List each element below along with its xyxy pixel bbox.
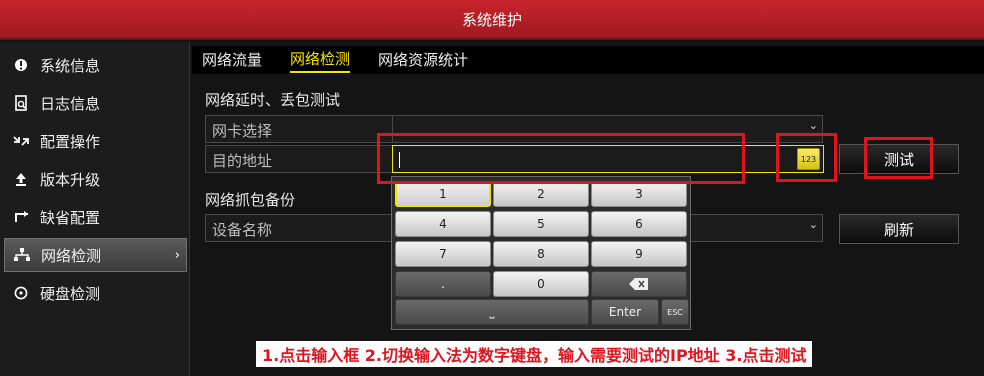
key-6[interactable]: 6 [591,211,687,237]
tab-bar: 网络流量 网络检测 网络资源统计 [192,46,984,74]
config-icon [12,132,30,150]
sidebar-item-default-config[interactable]: 缺省配置 [4,200,187,234]
capture-section-title: 网络抓包备份 [205,191,296,209]
key-4[interactable]: 4 [395,211,491,237]
refresh-button[interactable]: 刷新 [839,214,959,244]
tab-network-check[interactable]: 网络检测 [290,48,351,73]
default-config-icon [12,208,30,226]
sidebar-item-network-check[interactable]: 网络检测 › [4,238,187,272]
chevron-down-icon: ⌄ [808,218,818,231]
chevron-right-icon: › [174,247,180,263]
numeric-keypad: 1 2 3 4 5 6 7 8 9 . 0 ⎵ Enter ESC [391,176,691,330]
dest-address-label: 目的地址 [212,152,273,170]
sidebar-item-label: 配置操作 [40,132,101,151]
nic-select-label: 网卡选择 [212,122,273,140]
tab-network-traffic[interactable]: 网络流量 [202,49,262,72]
key-9[interactable]: 9 [591,241,687,267]
sidebar-item-label: 版本升级 [40,170,101,189]
backspace-key[interactable] [591,271,687,297]
highlight-test-button [864,137,933,179]
sidebar-item-label: 网络检测 [41,246,102,265]
chevron-down-icon: ⌄ [808,119,818,132]
sidebar-item-system-info[interactable]: 系统信息 [4,48,187,82]
sidebar-item-label: 日志信息 [40,94,101,113]
sidebar-item-upgrade[interactable]: 版本升级 [4,162,187,196]
sidebar-item-log-info[interactable]: 日志信息 [4,86,187,120]
highlight-ime-toggle [776,133,837,182]
sidebar-item-label: 硬盘检测 [40,284,101,303]
sidebar-item-config-ops[interactable]: 配置操作 [4,124,187,158]
instruction-annotation: 1.点击输入框 2.切换输入法为数字键盘，输入需要测试的IP地址 3.点击测试 [256,341,813,367]
key-3[interactable]: 3 [591,181,687,207]
esc-key[interactable]: ESC [661,299,689,325]
disk-icon [12,284,30,302]
device-name-label: 设备名称 [212,221,273,239]
title-bar: 系统维护 [0,0,984,40]
key-7[interactable]: 7 [395,241,491,267]
tab-network-resource-stats[interactable]: 网络资源统计 [378,49,468,72]
enter-key[interactable]: Enter [591,299,659,325]
highlight-dest-input [377,133,745,184]
sidebar-item-disk-check[interactable]: 硬盘检测 [4,276,187,310]
key-2[interactable]: 2 [493,181,589,207]
key-0[interactable]: 0 [493,271,589,297]
key-5[interactable]: 5 [493,211,589,237]
upgrade-icon [12,170,30,188]
info-icon [12,56,30,74]
window-title: 系统维护 [461,10,522,29]
dest-address-row: 目的地址 [205,145,395,173]
sidebar: 系统信息 日志信息 配置操作 版本升级 缺省配置 网络检测 › 硬盘检测 [0,42,190,376]
key-1[interactable]: 1 [395,181,491,207]
space-key[interactable]: ⎵ [395,299,589,325]
sidebar-item-label: 系统信息 [40,56,101,75]
backspace-icon [629,278,648,290]
key-dot[interactable]: . [395,271,491,297]
key-8[interactable]: 8 [493,241,589,267]
network-icon [13,246,31,264]
sidebar-item-label: 缺省配置 [40,208,101,227]
log-icon [12,94,30,112]
latency-section-title: 网络延时、丢包测试 [205,91,341,109]
